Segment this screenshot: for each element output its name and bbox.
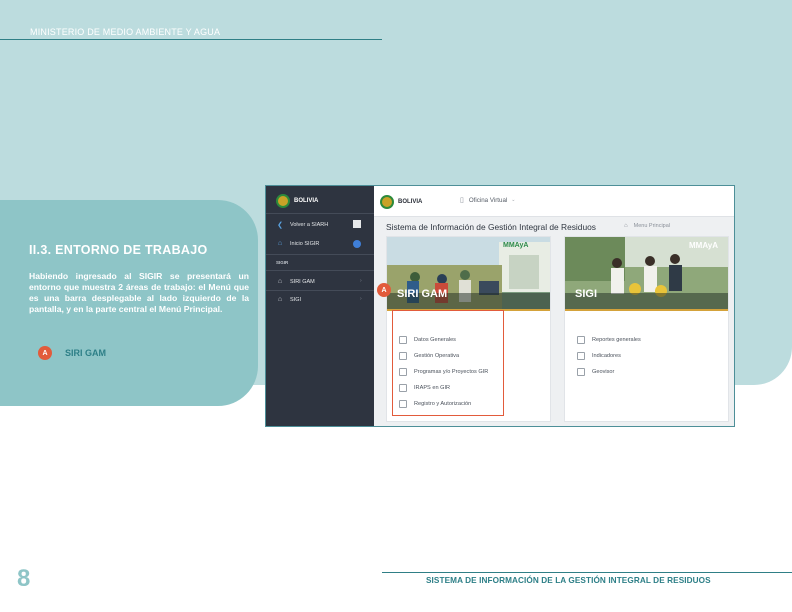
chevron-right-icon: ›: [360, 278, 362, 284]
menu-item-label: Indicadores: [592, 353, 621, 359]
card-accent-strip: [565, 309, 728, 311]
sigir-screenshot: BOLIVIA ❮ Volver a SIARH ⌂ Inicio SIGIR …: [265, 185, 735, 427]
sidebar-item-label: SIGI: [290, 296, 302, 303]
top-bar: BOLIVIA ▯ Oficina Virtual ⌄: [374, 186, 734, 217]
sidebar-item-home[interactable]: ⌂ Inicio SIGIR: [276, 240, 319, 247]
breadcrumb-label: Menu Principal: [633, 223, 671, 229]
card-photo: MMAyA SIRI GAM: [387, 237, 550, 309]
mmaya-logo: MMAyA: [689, 241, 719, 250]
legend-badge: A: [38, 346, 52, 360]
menu-item-indicadores[interactable]: Indicadores: [577, 348, 641, 364]
menu-item-label: Geovisor: [592, 369, 615, 375]
card-menu-list: Reportes generales Indicadores Geovisor: [577, 332, 641, 380]
home-outline-icon: ⌂: [277, 278, 283, 285]
card-title: SIRI GAM: [397, 288, 448, 300]
card-sigi[interactable]: MMAyA SIGI Reportes generales Indicadore…: [564, 236, 729, 422]
home-outline-icon: ⌂: [277, 296, 283, 303]
sidebar-divider: [266, 270, 374, 271]
sidebar-menu: BOLIVIA ❮ Volver a SIARH ⌂ Inicio SIGIR …: [266, 186, 374, 426]
legend-label: SIRI GAM: [65, 348, 107, 358]
chevron-right-icon: ›: [360, 296, 362, 302]
sidebar-divider: [266, 290, 374, 291]
edit-icon: [577, 352, 585, 360]
map-icon: [577, 368, 585, 376]
menu-toggle-icon[interactable]: [353, 220, 361, 228]
section-title: II.3. ENTORNO DE TRABAJO: [29, 243, 208, 257]
edit-icon: [577, 336, 585, 344]
sidebar-item-back[interactable]: ❮ Volver a SIARH: [276, 221, 328, 229]
document-icon: ▯: [460, 197, 464, 204]
home-icon: ⌂: [277, 240, 283, 247]
sidebar-divider: [266, 213, 374, 214]
sidebar-item-label: SIRI GAM: [290, 278, 315, 285]
chevron-left-icon: ❮: [277, 222, 283, 229]
footer-divider: [382, 572, 792, 573]
sidebar-logo-word: BOLIVIA: [294, 198, 319, 204]
page-title: Sistema de Información de Gestión Integr…: [386, 222, 596, 232]
sidebar-item-label: Volver a SIARH: [290, 222, 329, 228]
topbar-logo: BOLIVIA: [380, 195, 456, 209]
highlight-box: [392, 310, 504, 416]
menu-item-reportes[interactable]: Reportes generales: [577, 332, 641, 348]
status-dot-icon: [353, 240, 361, 248]
sidebar-divider: [266, 254, 374, 255]
sidebar-item-siri-gam[interactable]: ⌂ SIRI GAM: [276, 278, 315, 285]
office-menu[interactable]: ▯ Oficina Virtual ⌄: [460, 196, 516, 205]
sidebar-logo: BOLIVIA: [276, 194, 352, 208]
footer-system-name: SISTEMA DE INFORMACIÓN DE LA GESTIÓN INT…: [426, 576, 711, 585]
mmaya-logo: MMAyA: [503, 242, 529, 249]
ministry-header: MINISTERIO DE MEDIO AMBIENTE Y AGUA: [30, 27, 221, 37]
sidebar-section-label: SIGIR: [276, 260, 289, 265]
menu-item-geovisor[interactable]: Geovisor: [577, 364, 641, 380]
bolivia-emblem-icon: [276, 194, 290, 208]
bolivia-emblem-icon: [380, 195, 394, 209]
card-photo: MMAyA SIGI: [565, 237, 728, 309]
page-number: 8: [17, 565, 31, 592]
topbar-logo-word: BOLIVIA: [398, 199, 423, 205]
breadcrumb[interactable]: ⌂ Menu Principal: [624, 223, 670, 229]
menu-item-label: Reportes generales: [592, 337, 641, 343]
office-label: Oficina Virtual: [468, 196, 508, 204]
section-description: Habiendo ingresado al SIGIR se presentar…: [29, 271, 249, 314]
legend: A SIRI GAM: [38, 346, 106, 360]
sidebar-item-sigi[interactable]: ⌂ SIGI: [276, 296, 301, 303]
home-icon: ⌂: [624, 223, 628, 229]
screenshot-badge: A: [377, 283, 391, 297]
header-divider: [0, 39, 382, 40]
card-title: SIGI: [575, 288, 598, 300]
chevron-down-icon: ⌄: [511, 197, 516, 203]
sidebar-item-label: Inicio SIGIR: [290, 240, 320, 247]
